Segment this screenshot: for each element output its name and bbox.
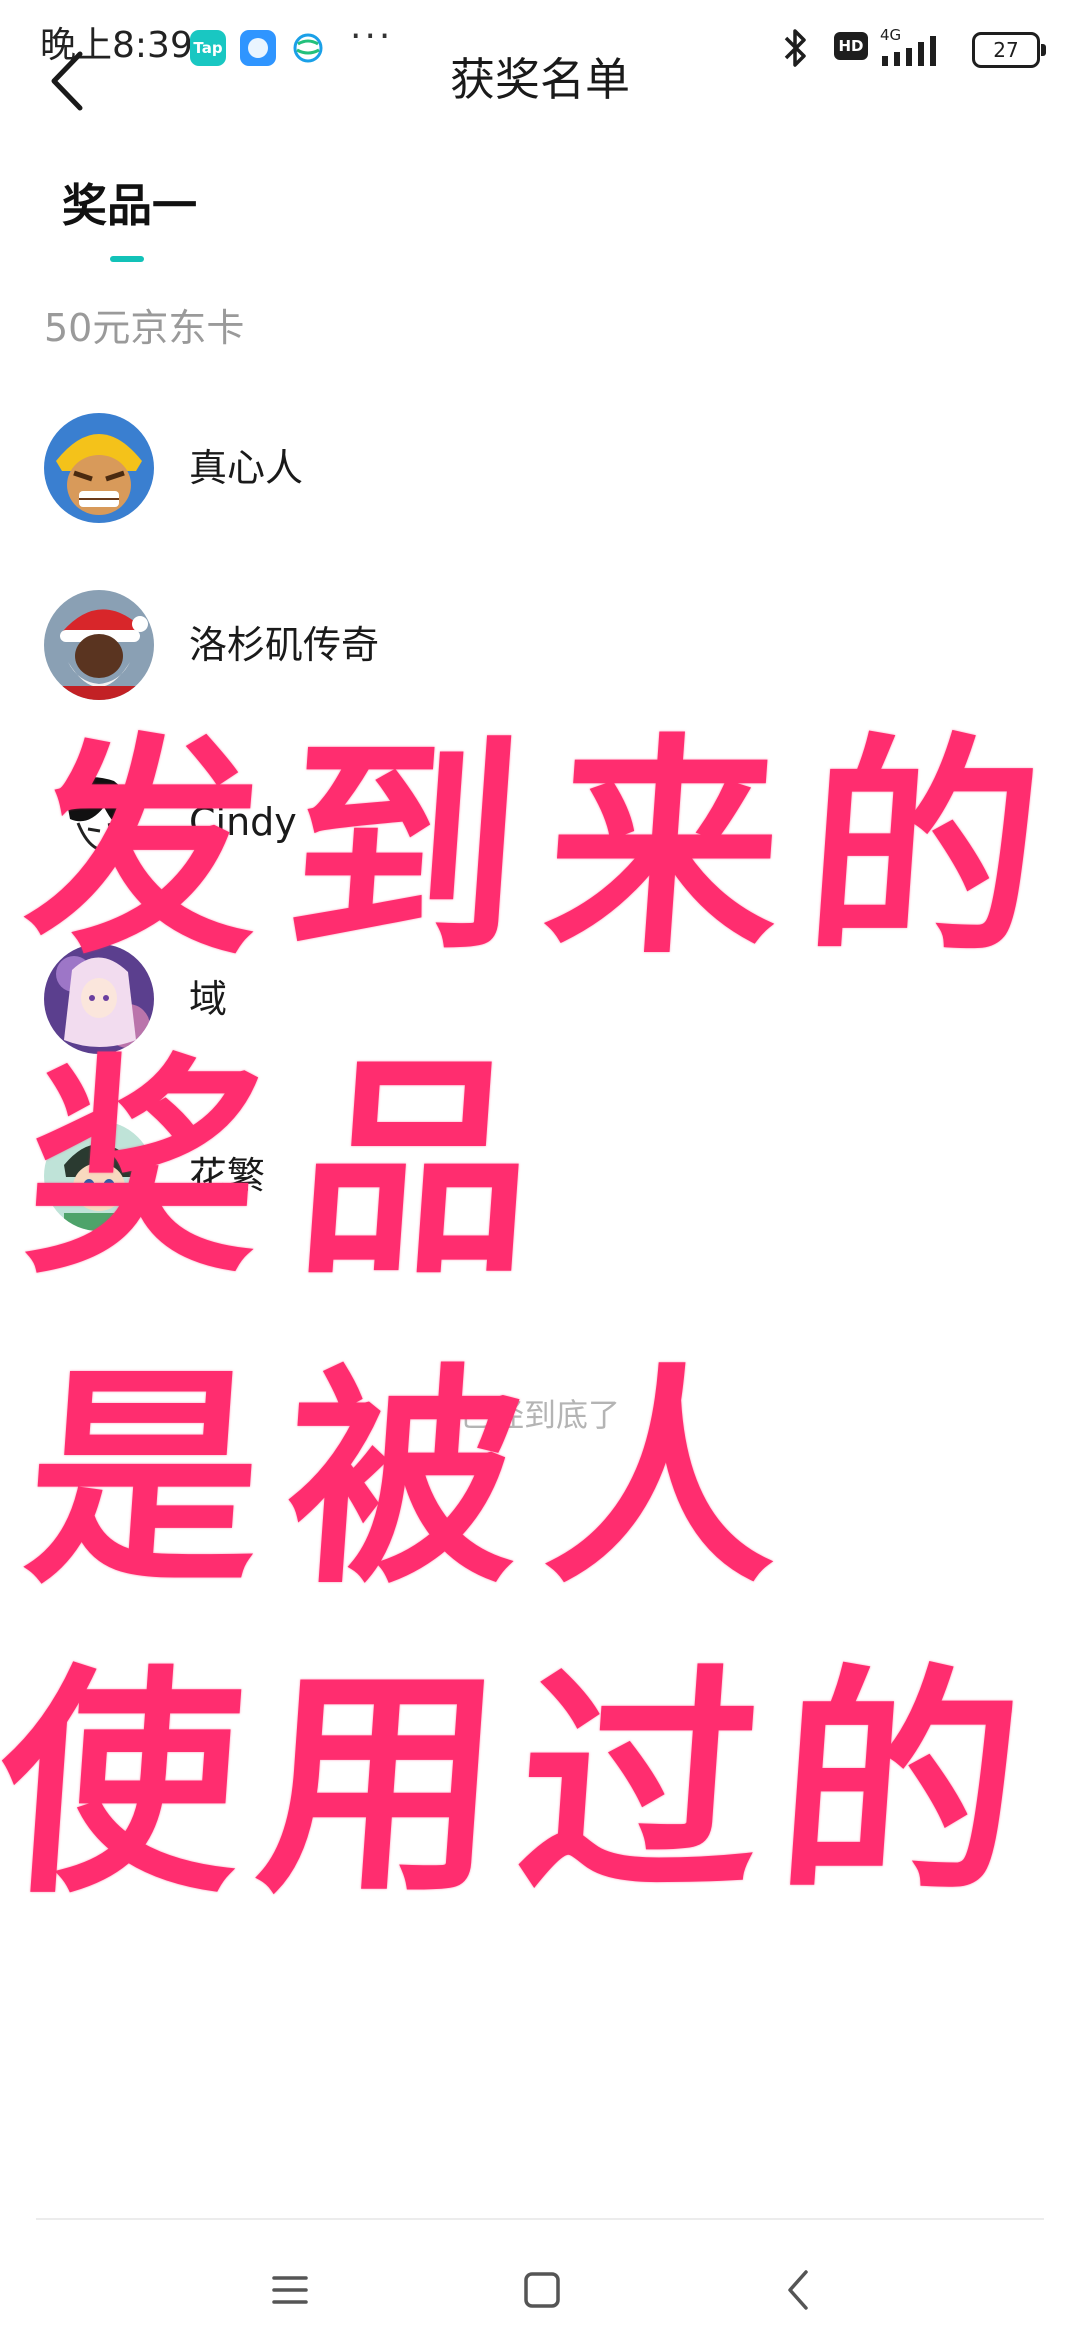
overlay-handwriting-line-4: 使用过的 bbox=[0, 1645, 1050, 1925]
tab-prize-one[interactable]: 奖品一 bbox=[62, 176, 197, 236]
avatar bbox=[44, 1121, 154, 1231]
list-item-winner: Cindy bbox=[44, 767, 1034, 877]
home-button[interactable] bbox=[502, 2250, 582, 2330]
svg-text:4G: 4G bbox=[880, 26, 901, 44]
system-back-button[interactable] bbox=[760, 2250, 840, 2330]
avatar bbox=[44, 590, 154, 700]
recent-apps-button[interactable] bbox=[250, 2250, 330, 2330]
active-tab-indicator bbox=[110, 256, 144, 262]
avatar bbox=[44, 767, 154, 877]
winner-name: Cindy bbox=[189, 800, 297, 844]
prize-name: 50元京东卡 bbox=[44, 306, 245, 350]
avatar bbox=[44, 944, 154, 1054]
list-item-winner: 域 bbox=[44, 944, 1034, 1054]
bottom-divider bbox=[36, 2218, 1044, 2220]
avatar bbox=[44, 413, 154, 523]
chevron-left-icon bbox=[788, 2270, 808, 2310]
end-of-list-text: 已经到底了 bbox=[459, 1396, 620, 1434]
list-item-winner: 花繁 bbox=[44, 1121, 1034, 1231]
square-icon bbox=[524, 2272, 560, 2308]
page-title: 获奖名单 bbox=[449, 53, 630, 106]
menu-icon bbox=[272, 2276, 308, 2304]
winner-name: 洛杉矶传奇 bbox=[189, 623, 380, 667]
winner-name: 域 bbox=[189, 977, 228, 1021]
winner-name: 真心人 bbox=[189, 446, 304, 490]
list-item-winner: 真心人 bbox=[44, 413, 1034, 523]
winner-name: 花繁 bbox=[189, 1154, 266, 1198]
list-item-winner: 洛杉矶传奇 bbox=[44, 590, 1034, 700]
